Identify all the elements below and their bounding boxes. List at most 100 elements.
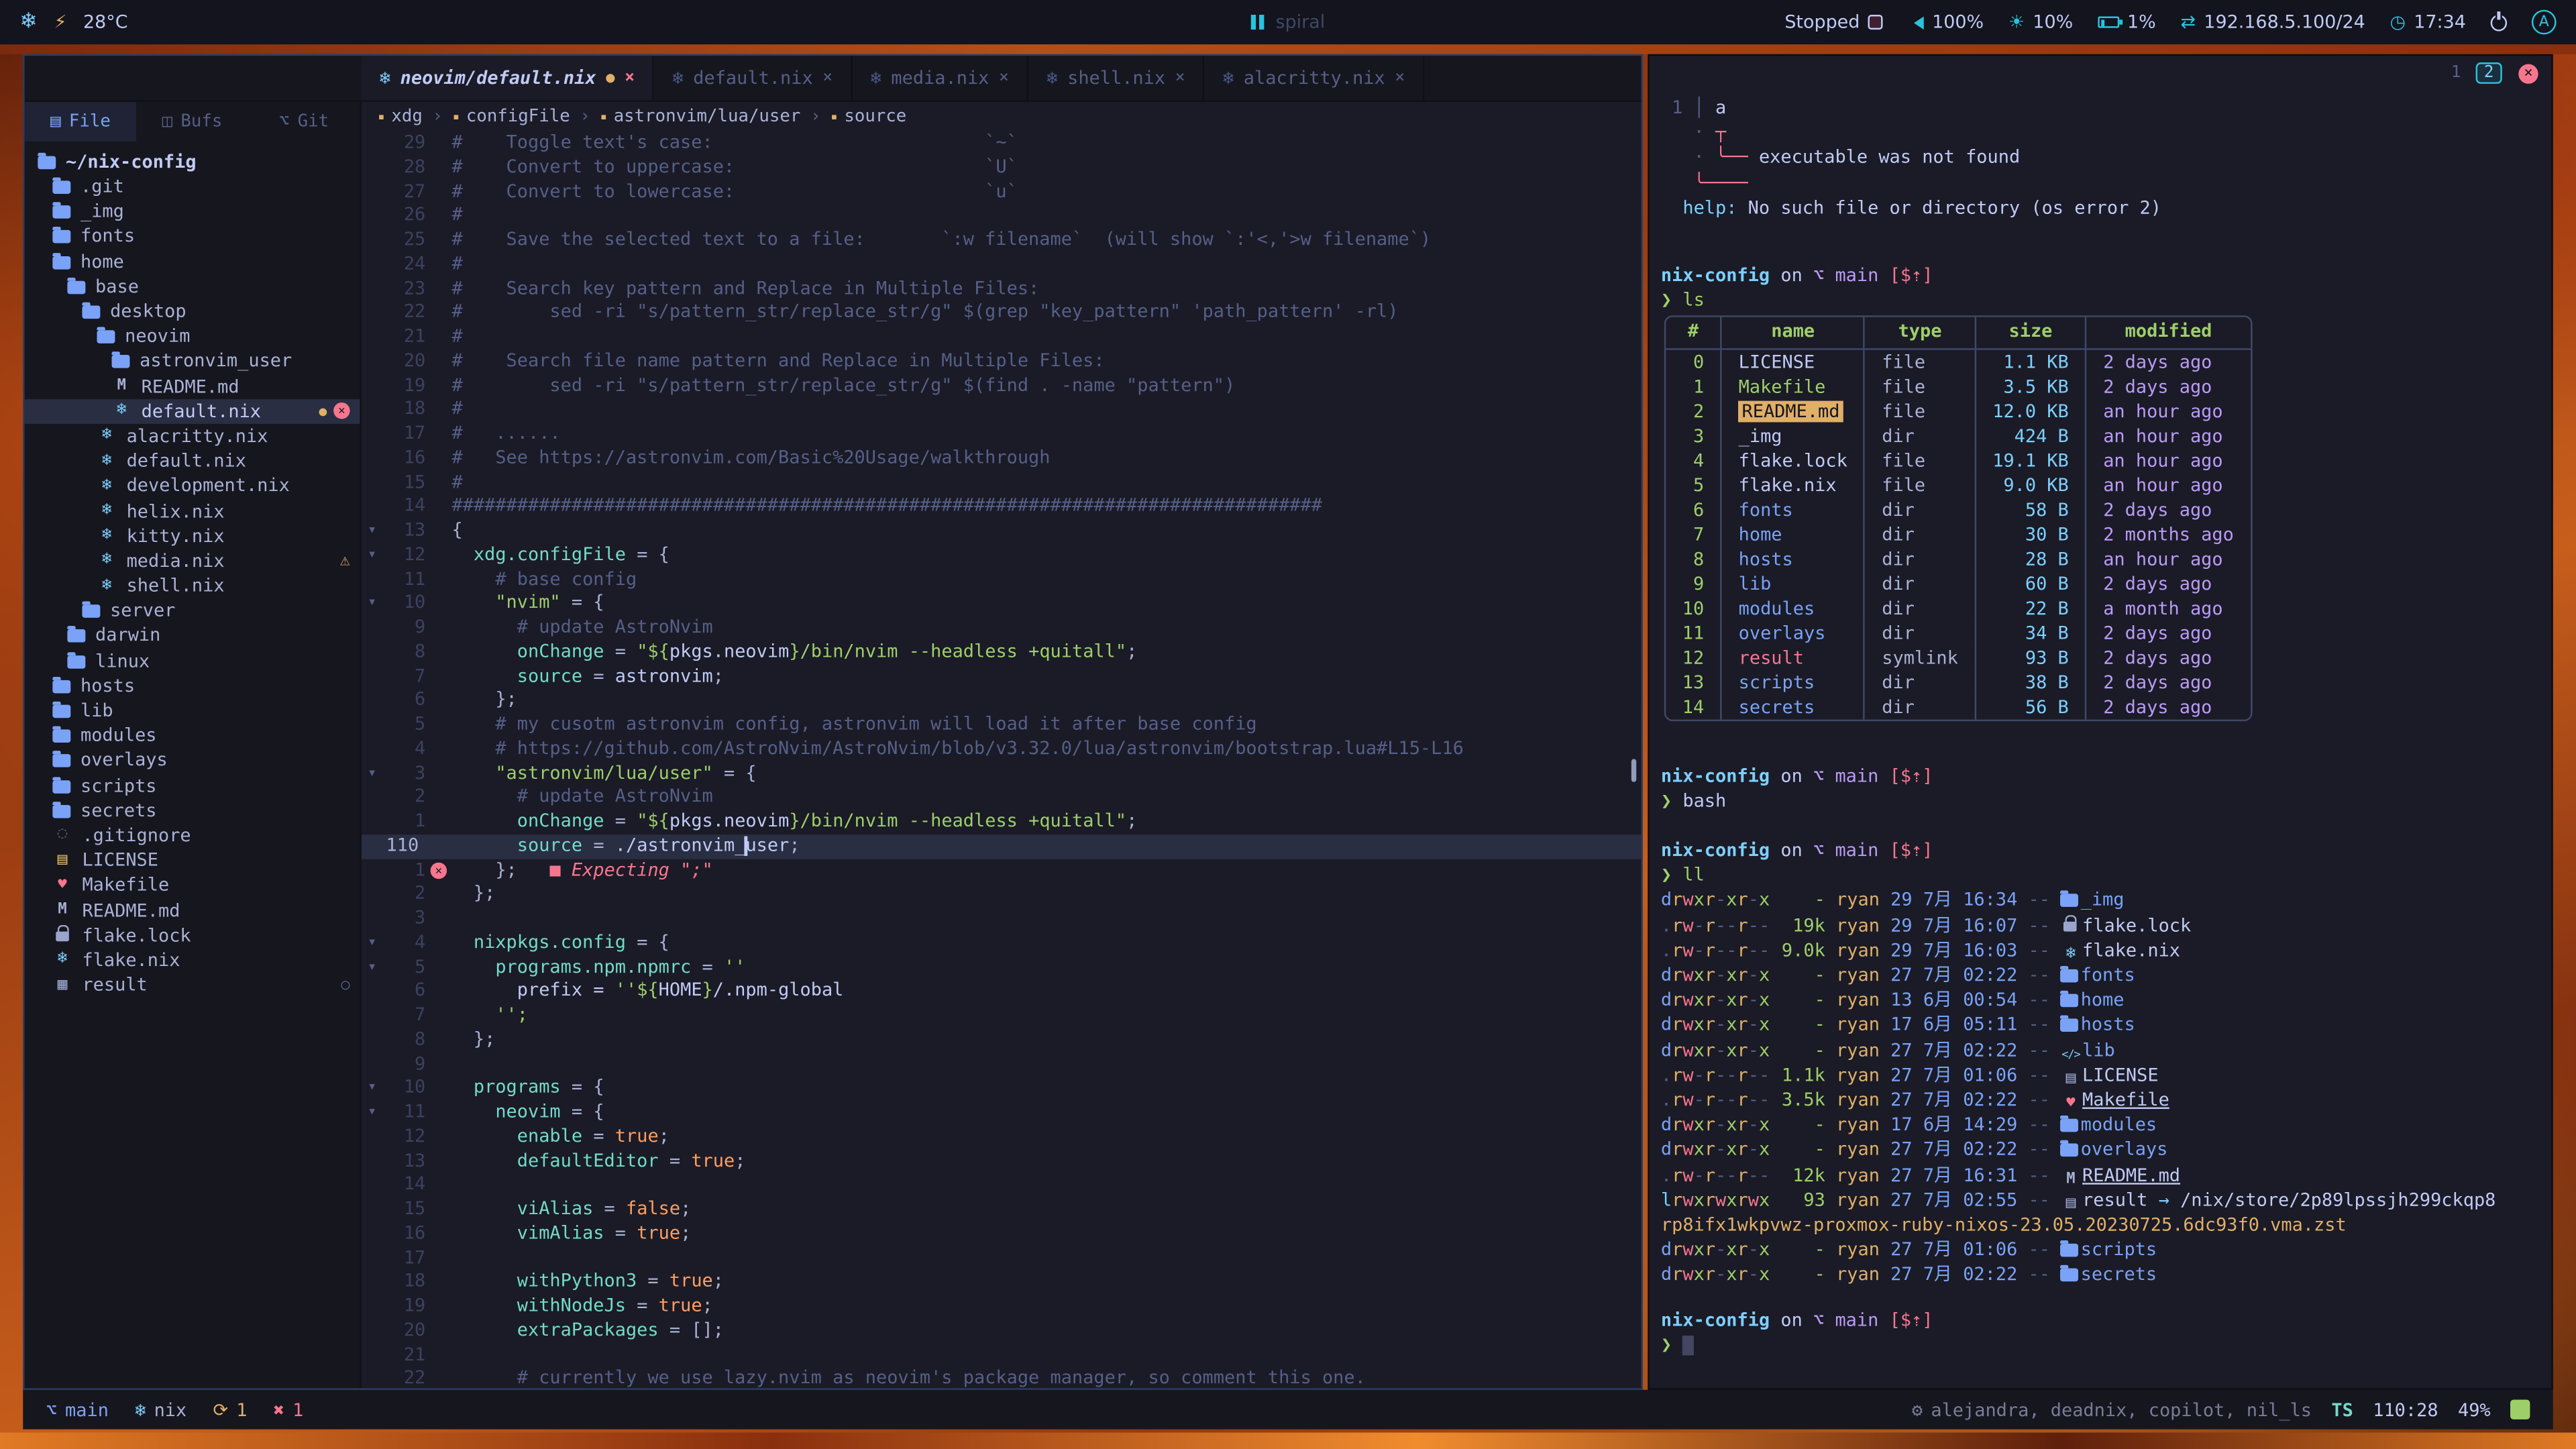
code-line[interactable]: 1✕ }; ■ Expecting ";" [362,859,1642,883]
file-tree-root[interactable]: ~/nix-config [25,148,360,174]
code-line[interactable]: 21# [362,325,1642,350]
code-line[interactable]: 28# Convert to uppercase: `U` [362,156,1642,180]
brightness-widget[interactable]: ☀10% [2008,11,2073,33]
buffer-tab[interactable]: ❄media.nix× [853,56,1029,100]
code-line[interactable]: 22 # currently we use lazy.nvim as neovi… [362,1367,1642,1388]
code-line[interactable]: 8 onChange = "${pkgs.neovim}/bin/nvim --… [362,640,1642,664]
code-line[interactable]: 2 }; [362,883,1642,907]
code-line[interactable]: 14 [362,1173,1642,1197]
code-line[interactable]: 2 # update AstroNvim [362,786,1642,810]
tree-item[interactable]: _img [25,199,360,224]
close-tab-icon[interactable]: × [999,69,1009,87]
code-line[interactable]: 16# See https://astronvim.com/Basic%20Us… [362,447,1642,471]
tree-item[interactable]: default.nix [25,449,360,474]
code-line[interactable]: 17# ...... [362,422,1642,446]
code-line[interactable]: 18# [362,398,1642,422]
code-line[interactable]: 24# [362,253,1642,277]
code-line[interactable]: 20# Search file name pattern and Replace… [362,350,1642,374]
network-widget[interactable]: ⇄192.168.5.100/24 [2180,11,2365,33]
buffer-tab[interactable]: ❄shell.nix× [1028,56,1205,100]
tree-item[interactable]: flake.lock [25,922,360,947]
tree-item[interactable]: README.md [25,898,360,922]
breadcrumb-item[interactable]: ▪astronvim/lua/user [600,107,801,126]
code-line[interactable]: 8 }; [362,1028,1642,1052]
code-line[interactable]: 27# Convert to lowercase: `u` [362,180,1642,204]
code-line[interactable]: 18 withPython3 = true; [362,1271,1642,1295]
code-line[interactable]: 9 [362,1053,1642,1077]
code-line[interactable]: 3 [362,907,1642,931]
code-line[interactable]: 19 withNodeJs = true; [362,1295,1642,1319]
code-line[interactable]: 5 # my cusotm astronvim config, astronvi… [362,713,1642,737]
code-line[interactable]: 29# Toggle text's case: `~` [362,131,1642,156]
code-line[interactable]: 23# Search key pattern and Replace in Mu… [362,277,1642,301]
code-line[interactable]: 6 }; [362,689,1642,713]
tree-item[interactable]: hosts [25,673,360,698]
code-line[interactable]: 7 source = astronvim; [362,665,1642,689]
code-line[interactable]: 7 ''; [362,1004,1642,1028]
tree-item[interactable]: helix.nix [25,498,360,523]
code-line[interactable]: ▾4 nixpkgs.config = { [362,931,1642,955]
code-line[interactable]: 26# [362,204,1642,228]
code-line[interactable]: 110 source = ./astronvim_user; [362,834,1642,858]
code-line[interactable]: 9 # update AstroNvim [362,616,1642,640]
code-line[interactable]: 13 defaultEditor = true; [362,1149,1642,1173]
tree-item[interactable]: .git [25,174,360,199]
code-line[interactable]: ▾12 xdg.configFile = { [362,543,1642,568]
code-line[interactable]: ▾3 "astronvim/lua/user" = { [362,761,1642,786]
buffer-tab[interactable]: ❄default.nix× [654,56,852,100]
code-line[interactable]: ▾5 programs.npm.npmrc = '' [362,955,1642,979]
code-line[interactable]: 17 [362,1246,1642,1271]
tree-item[interactable]: default.nix●✕ [25,398,360,423]
git-branch[interactable]: ⌥main [46,1399,109,1420]
tree-item[interactable]: lib [25,698,360,723]
terminal-tab-2[interactable]: 2 [2476,62,2502,84]
code-line[interactable]: 19# sed -ri "s/pattern_str/replace_str/g… [362,374,1642,398]
code-line[interactable]: 11 # base config [362,568,1642,592]
avatar[interactable]: A [2532,10,2557,35]
file-tree-tab-file[interactable]: ▤File [25,102,137,142]
tree-item[interactable]: scripts [25,773,360,798]
terminal-output[interactable]: 1 │ a · ┬ · ╰── executable was not found… [1650,56,2551,1388]
tree-item[interactable]: flake.nix [25,948,360,973]
tree-item[interactable]: home [25,249,360,274]
code-line[interactable]: 15 viAlias = false; [362,1197,1642,1222]
power-icon[interactable] [2491,14,2507,30]
tree-item[interactable]: modules [25,723,360,748]
tree-item[interactable]: fonts [25,224,360,249]
breadcrumb-item[interactable]: ▪configFile [453,107,570,126]
media-widget[interactable]: spiral [1251,11,1325,33]
code-area[interactable]: 29# Toggle text's case: `~`28# Convert t… [362,131,1642,1388]
breadcrumb-item[interactable]: ▪source [830,107,906,126]
code-line[interactable]: 25# Save the selected text to a file: `:… [362,228,1642,252]
code-line[interactable]: 4 # https://github.com/AstroNvim/AstroNv… [362,737,1642,761]
close-tab-icon[interactable]: × [822,69,833,87]
editor-pane[interactable]: ▪xdg›▪configFile›▪astronvim/lua/user›▪so… [362,102,1642,1389]
tree-item[interactable]: result○ [25,973,360,998]
code-line[interactable]: 6 prefix = ''${HOME}/.npm-global [362,979,1642,1004]
close-tab-icon[interactable]: × [1175,69,1185,87]
clock-widget[interactable]: ◷17:34 [2390,11,2466,33]
nix-logo-icon[interactable]: ❄ [19,10,38,35]
tree-item[interactable]: darwin [25,623,360,648]
code-line[interactable]: ▾10 programs = { [362,1077,1642,1101]
battery-widget[interactable]: 1% [2098,11,2156,33]
code-line[interactable]: 15# [362,471,1642,495]
tree-item[interactable]: kitty.nix [25,523,360,548]
tree-item[interactable]: LICENSE [25,848,360,873]
volume-widget[interactable]: 100% [1907,11,1984,33]
close-tab-icon[interactable]: × [625,69,635,87]
buffer-tab[interactable]: ❄neovim/default.nix●× [362,56,655,100]
file-tree-tab-bufs[interactable]: ◫Bufs [136,102,248,142]
breadcrumb-item[interactable]: ▪xdg [378,107,423,126]
tree-item[interactable]: README.md [25,374,360,398]
tree-item[interactable]: Makefile [25,873,360,898]
tree-item[interactable]: media.nix⚠ [25,549,360,574]
file-tree-tab-git[interactable]: ⌥Git [248,102,360,142]
scrollbar-marker[interactable] [1631,759,1636,782]
code-line[interactable]: ▾10 "nvim" = { [362,592,1642,616]
tree-item[interactable]: shell.nix [25,574,360,598]
tree-item[interactable]: secrets [25,798,360,822]
tree-item[interactable]: desktop [25,299,360,324]
code-line[interactable]: 22# sed -ri "s/pattern_str/replace_str/g… [362,301,1642,325]
close-tab-icon[interactable]: × [1395,69,1405,87]
